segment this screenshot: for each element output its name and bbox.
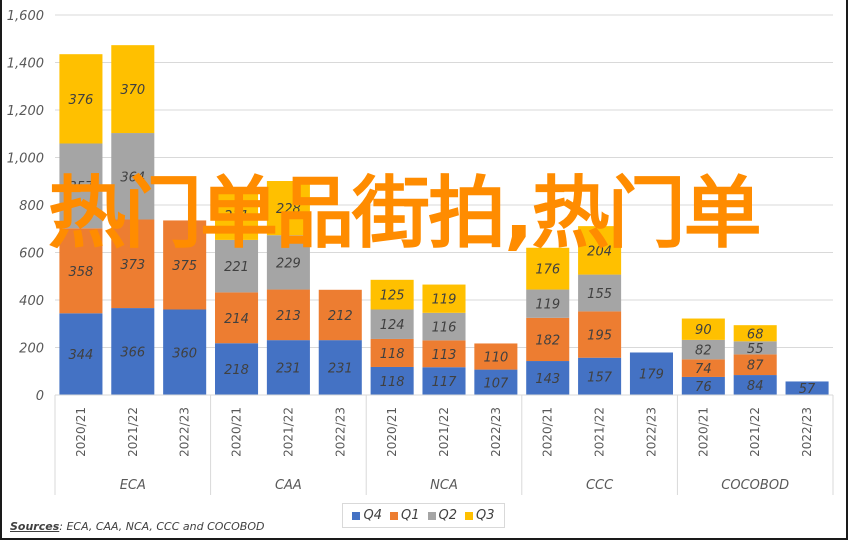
y-tick-label: 1,400 <box>7 57 44 72</box>
data-label: 358 <box>69 265 94 280</box>
category-label: 2020/21 <box>230 407 244 457</box>
x-axis: 2020/21 2021/22 2022/23 ECA 2020/21 2021/22 20… <box>54 394 834 495</box>
category-label: 2020/21 <box>696 407 710 457</box>
bars <box>59 45 829 395</box>
data-label: 231 <box>328 362 353 377</box>
legend-item-q3: Q3 <box>465 508 495 523</box>
data-label: 360 <box>172 346 197 361</box>
category-label: 2021/22 <box>281 407 295 457</box>
source-label: Sources <box>10 520 60 533</box>
data-label: 213 <box>276 309 301 324</box>
data-label: 155 <box>587 287 612 302</box>
category-label: 2022/23 <box>333 407 347 457</box>
data-label: 204 <box>587 244 612 259</box>
data-label: 176 <box>535 263 560 278</box>
y-tick-label: 1,600 <box>7 9 44 24</box>
data-label: 74 <box>695 362 712 377</box>
legend: Q4 Q1 Q2 Q3 <box>342 503 505 528</box>
data-label: 221 <box>224 260 249 275</box>
data-label: 84 <box>747 379 764 394</box>
data-label: 157 <box>587 370 613 385</box>
legend-swatch <box>465 511 474 520</box>
data-label: 370 <box>120 83 145 98</box>
data-label: 143 <box>535 372 560 387</box>
category-label: 2020/21 <box>385 407 399 457</box>
data-label: 125 <box>380 289 405 304</box>
data-label: 124 <box>380 318 405 333</box>
data-label: 117 <box>432 375 458 390</box>
source-note: Sources: ECA, CAA, NCA, CCC and COCOBOD <box>10 520 264 533</box>
data-label: 87 <box>747 359 764 374</box>
data-label: 344 <box>69 348 94 363</box>
data-label: 214 <box>224 312 249 327</box>
data-label: 375 <box>172 259 197 274</box>
legend-swatch <box>427 511 436 520</box>
data-label: 68 <box>747 327 764 342</box>
data-label: 212 <box>328 309 353 324</box>
legend-item-q2: Q2 <box>427 508 458 523</box>
category-label: 2021/22 <box>126 407 140 457</box>
stacked-bar-chart: 0 200 400 600 800 1,000 1,200 1,400 1,600 344 358… <box>7 9 834 495</box>
group-label: ECA <box>120 478 146 493</box>
y-tick-label: 1,200 <box>7 104 44 119</box>
data-label: 231 <box>276 362 301 377</box>
data-label: 76 <box>695 380 712 395</box>
data-label: 195 <box>587 329 612 344</box>
data-label: 364 <box>120 170 145 185</box>
data-label: 119 <box>432 293 457 308</box>
data-label: 373 <box>120 258 145 273</box>
y-tick-label: 1,000 <box>7 152 44 167</box>
data-label: 179 <box>639 368 664 383</box>
legend-item-q4: Q4 <box>352 508 382 523</box>
data-label: 357 <box>69 180 95 195</box>
category-label: 2022/23 <box>178 407 192 457</box>
category-label: 2022/23 <box>644 407 658 457</box>
data-label: 118 <box>380 347 405 362</box>
data-label: 82 <box>695 344 712 359</box>
category-label: 2020/21 <box>74 407 88 457</box>
data-label: 110 <box>483 351 508 366</box>
group-label: CCC <box>586 478 614 493</box>
y-tick-label: 800 <box>19 199 44 214</box>
data-label: 228 <box>276 202 301 217</box>
data-label: 55 <box>747 342 764 357</box>
data-label: 182 <box>535 333 560 348</box>
data-label: 118 <box>380 375 405 390</box>
legend-swatch <box>389 511 398 520</box>
y-tick-label: 200 <box>19 342 44 357</box>
data-label: 116 <box>432 321 457 336</box>
category-label: 2021/22 <box>748 407 762 457</box>
category-label: 2021/22 <box>593 407 607 457</box>
data-label: 376 <box>69 93 94 108</box>
category-label: 2020/21 <box>541 407 555 457</box>
data-label: 107 <box>483 376 509 391</box>
legend-swatch <box>352 511 361 520</box>
y-tick-label: 600 <box>19 247 44 262</box>
category-label: 2022/23 <box>489 407 503 457</box>
legend-label: Q3 <box>476 508 495 523</box>
data-label: 211 <box>224 209 249 224</box>
legend-label: Q2 <box>438 508 458 523</box>
data-label: 113 <box>432 348 457 363</box>
legend-label: Q1 <box>400 508 420 523</box>
group-label: NCA <box>430 478 458 493</box>
data-label: 366 <box>120 346 145 361</box>
legend-label: Q4 <box>363 508 382 523</box>
data-label: 229 <box>276 256 301 271</box>
group-label: CAA <box>275 478 302 493</box>
data-label: 119 <box>535 298 560 313</box>
legend-item-q1: Q1 <box>389 508 420 523</box>
y-tick-label: 0 <box>36 389 44 404</box>
group-label: COCOBOD <box>721 478 789 493</box>
category-label: 2021/22 <box>437 407 451 457</box>
category-label: 2022/23 <box>800 407 814 457</box>
y-tick-label: 400 <box>19 294 44 309</box>
data-label: 218 <box>224 363 249 378</box>
source-text: : ECA, CAA, NCA, CCC and COCOBOD <box>59 520 265 533</box>
y-axis-ticks: 0 200 400 600 800 1,000 1,200 1,400 1,600 <box>7 9 44 404</box>
data-label: 90 <box>695 323 712 338</box>
